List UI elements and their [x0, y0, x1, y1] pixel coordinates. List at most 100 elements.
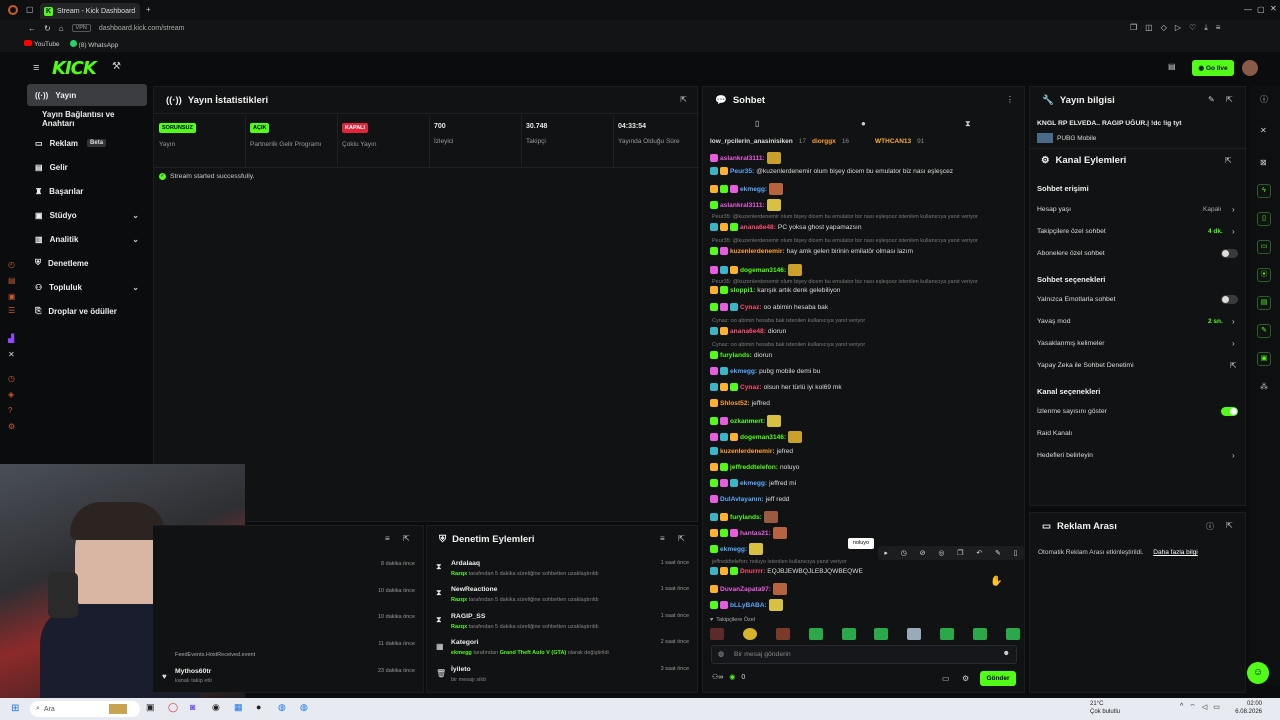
- bag-icon[interactable]: ▤: [8, 276, 16, 285]
- discord-icon[interactable]: ◙: [190, 702, 195, 712]
- top-chatter[interactable]: WTHCAN13: [875, 138, 911, 145]
- chat-username[interactable]: Cynaz:: [740, 384, 762, 391]
- external-link-icon[interactable]: ⇱: [1230, 361, 1237, 370]
- emote-icon[interactable]: [1005, 628, 1020, 640]
- camera-icon[interactable]: ◫: [1145, 23, 1153, 33]
- chevron-right-icon[interactable]: ›: [1232, 227, 1235, 236]
- chat-username[interactable]: bLLyBABA:: [730, 602, 767, 609]
- maximize-icon[interactable]: ▢: [1257, 5, 1265, 14]
- new-tab-icon[interactable]: +: [146, 5, 151, 14]
- chat-message[interactable]: DuvanZapata97:: [710, 583, 787, 595]
- delete-icon[interactable]: ▯: [1014, 549, 1018, 557]
- chat-message[interactable]: aslankral3111:: [710, 152, 781, 164]
- chat-username[interactable]: DuvanZapata97:: [720, 586, 771, 593]
- tabs-icon[interactable]: ▢: [26, 5, 34, 14]
- sidebar-item-stream-key[interactable]: Yayın Bağlantısı ve Anahtarı: [27, 108, 147, 130]
- support-chat-button[interactable]: ☺: [1247, 662, 1269, 684]
- opera-icon[interactable]: ◯: [168, 702, 178, 713]
- send-button[interactable]: Gönder: [980, 671, 1016, 686]
- chat-username[interactable]: anana6e48:: [740, 224, 776, 231]
- chat-message[interactable]: Peur35: @kuzenlerdenemir olum bişey dicem…: [710, 167, 953, 175]
- chat-message[interactable]: ekmegg:: [710, 543, 764, 555]
- chat-message[interactable]: Cynaz: oo abimin hesaba bak: [710, 303, 828, 311]
- timeout-icon[interactable]: ◷: [901, 549, 907, 557]
- setting-ai-moderation[interactable]: Yapay Zeka ile Sohbet Denetimi: [1037, 362, 1134, 369]
- clock-icon[interactable]: ◷: [8, 374, 15, 383]
- chat-message[interactable]: DulAvlayanın: jeff redd: [710, 495, 789, 503]
- emote-icon[interactable]: [742, 628, 757, 640]
- chevron-right-icon[interactable]: ›: [1232, 205, 1235, 214]
- wallet-icon[interactable]: ▣: [8, 292, 16, 301]
- popout-icon[interactable]: ⇱: [403, 534, 410, 543]
- popout-icon[interactable]: ⇱: [680, 95, 687, 104]
- chat-message[interactable]: Cynaz: olsun her türlü iyi kol69 mk: [710, 383, 842, 391]
- top-chatter[interactable]: diorggx: [812, 138, 836, 145]
- chevron-right-icon[interactable]: ›: [1232, 451, 1235, 460]
- chat-username[interactable]: hantas21:: [740, 530, 771, 537]
- history-icon[interactable]: ◴: [8, 260, 15, 269]
- subs-only-toggle[interactable]: [1221, 249, 1238, 258]
- pin-icon[interactable]: ✎: [995, 549, 1001, 557]
- chat-username[interactable]: DulAvlayanın:: [720, 496, 764, 503]
- chat-message[interactable]: kuzenlerdenemir: hay amk gelen birinin em…: [710, 247, 913, 255]
- users-icon[interactable]: ⚇∞: [712, 673, 723, 681]
- x-icon[interactable]: ✕: [8, 350, 15, 359]
- trash-icon[interactable]: ▯: [755, 119, 759, 128]
- chat-username[interactable]: Shlost52:: [720, 400, 750, 407]
- sidebar-item-analitik[interactable]: ▥ Analitik ⌄: [27, 228, 147, 250]
- weather-widget[interactable]: 21°C Çok bulutlu: [1090, 700, 1120, 716]
- reply-icon[interactable]: ◎: [938, 549, 944, 557]
- network-icon[interactable]: ⌔: [1189, 703, 1196, 712]
- viewcount-toggle[interactable]: [1221, 407, 1238, 416]
- popout-icon[interactable]: ⇱: [1225, 156, 1232, 165]
- sidebar-item-yayin[interactable]: ((·)) Yayın: [27, 84, 147, 106]
- hammer-icon[interactable]: ⚒: [112, 61, 121, 72]
- chat-username[interactable]: anana6e48:: [730, 328, 766, 335]
- battery-icon[interactable]: ▭: [1213, 703, 1220, 712]
- chat-message[interactable]: anana6e48: PC yoksa ghost yapamazsın: [710, 223, 861, 231]
- app-icon[interactable]: ●: [256, 702, 261, 712]
- vpn-badge[interactable]: VPN: [71, 24, 91, 32]
- chat-bubble-icon[interactable]: ▭: [942, 674, 950, 683]
- url-input[interactable]: dashboard.kick.com/stream: [99, 25, 185, 32]
- browser-logo-icon[interactable]: [8, 5, 18, 15]
- setting-account-age[interactable]: Hesap yaşı: [1037, 206, 1071, 213]
- copy-icon[interactable]: ❐: [1130, 23, 1137, 33]
- setting-slow-mode[interactable]: Yavaş mod: [1037, 318, 1071, 325]
- server-icon[interactable]: ▤: [1257, 296, 1271, 310]
- back-icon[interactable]: ←: [28, 24, 36, 33]
- close-icon[interactable]: ✕: [1270, 4, 1277, 13]
- chat-message[interactable]: ozkanmert:: [710, 415, 782, 427]
- emote-icon[interactable]: [907, 628, 922, 640]
- wrench-icon[interactable]: ✎: [1257, 324, 1271, 338]
- heart-icon[interactable]: ♡: [1189, 23, 1196, 33]
- chat-message[interactable]: anana6e48: diorun: [710, 327, 786, 335]
- emote-icon[interactable]: [710, 628, 724, 640]
- chat-username[interactable]: kuzenlerdenemir:: [730, 248, 785, 255]
- chat-username[interactable]: ozkanmert:: [730, 418, 765, 425]
- chat-username[interactable]: Cynaz:: [740, 304, 762, 311]
- expand-icon[interactable]: ⊠: [1260, 158, 1267, 167]
- filter-icon[interactable]: ≡: [660, 534, 665, 543]
- chat-message[interactable]: furylands:: [710, 511, 778, 523]
- sidebar-item-gelir[interactable]: ▤ Gelir: [27, 156, 147, 178]
- twitch-icon[interactable]: ▟: [8, 334, 14, 343]
- popout-icon[interactable]: ⇱: [1226, 95, 1233, 104]
- chat-message[interactable]: hantas21:: [710, 527, 787, 539]
- chat-message[interactable]: furylands: diorun: [710, 351, 772, 359]
- filter-icon[interactable]: ≡: [385, 534, 390, 543]
- avatar[interactable]: [1242, 60, 1258, 76]
- chat-message[interactable]: dogeman3146:: [710, 431, 803, 443]
- emote-icon[interactable]: [841, 628, 856, 640]
- setting-banned-words[interactable]: Yasaklanmış kelimeler: [1037, 340, 1105, 347]
- menu-icon[interactable]: ≡: [1216, 23, 1221, 33]
- extensions-icon[interactable]: ⁂: [1260, 382, 1268, 391]
- learn-more-link[interactable]: Daha fazla bilgi: [1153, 549, 1197, 556]
- chat-username[interactable]: Peur35:: [730, 168, 754, 175]
- chat-input[interactable]: ◍ Bir mesaj gönderin ☻: [711, 645, 1017, 664]
- chat-username[interactable]: ekmegg:: [720, 546, 747, 553]
- hourglass-icon[interactable]: ⧗: [965, 119, 971, 129]
- lightning-icon[interactable]: ϟ: [1257, 184, 1271, 198]
- reload-icon[interactable]: ↻: [44, 24, 51, 33]
- cube-icon[interactable]: ◈: [8, 390, 14, 399]
